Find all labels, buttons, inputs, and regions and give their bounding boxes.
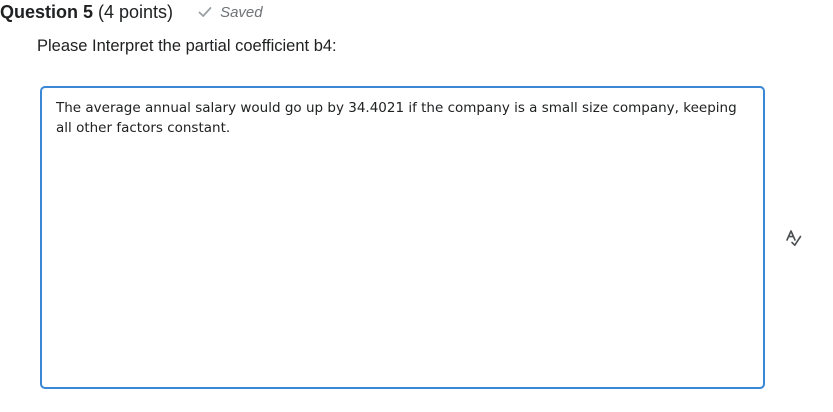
- checkmark-icon: [198, 7, 212, 17]
- question-points: (4 points): [98, 1, 174, 22]
- question-header: Question 5 (4 points) Saved: [0, 0, 263, 24]
- question-title: Question 5: [0, 1, 94, 22]
- answer-text[interactable]: The average annual salary would go up by…: [56, 98, 746, 138]
- answer-textarea[interactable]: The average annual salary would go up by…: [40, 86, 765, 389]
- saved-status-text: Saved: [220, 3, 263, 21]
- spellcheck-icon[interactable]: [783, 228, 803, 248]
- question-prompt: Please Interpret the partial coefficient…: [37, 37, 337, 55]
- saved-indicator: Saved: [197, 4, 263, 21]
